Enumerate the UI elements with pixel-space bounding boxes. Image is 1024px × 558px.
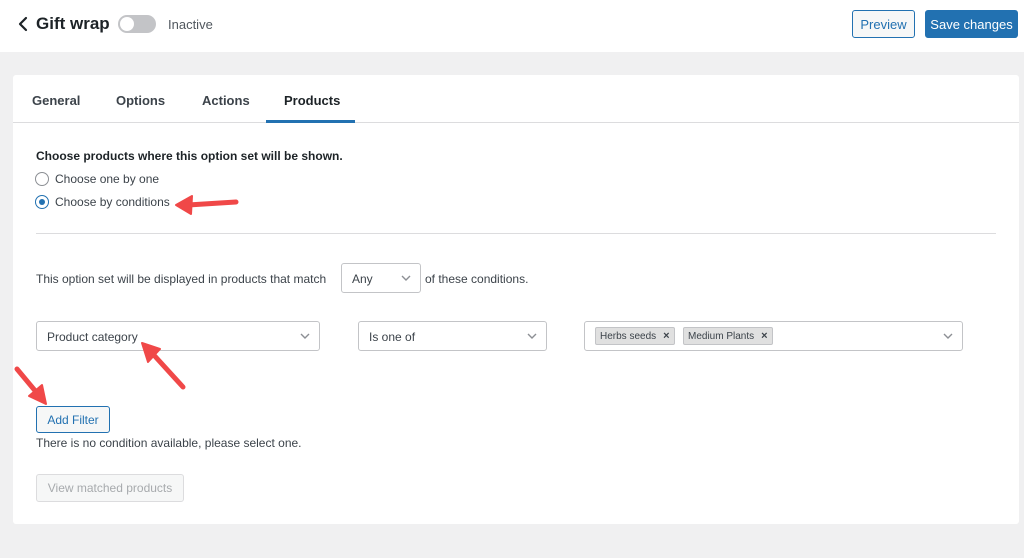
- preview-button[interactable]: Preview: [852, 10, 915, 38]
- condition-field-value: Product category: [47, 330, 138, 344]
- radio-label: Choose one by one: [55, 172, 160, 186]
- tab-options[interactable]: Options: [116, 93, 165, 108]
- match-mode-select[interactable]: Any: [341, 263, 421, 293]
- condition-values-multiselect[interactable]: Herbs seeds × Medium Plants ×: [584, 321, 963, 351]
- tab-bar: General Options Actions Products: [13, 75, 1019, 123]
- radio-button[interactable]: [35, 172, 49, 186]
- radio-label: Choose by conditions: [55, 195, 170, 209]
- chevron-down-icon: [943, 333, 953, 339]
- value-tag: Medium Plants ×: [683, 327, 773, 345]
- chevron-down-icon: [300, 333, 310, 339]
- condition-operator-value: Is one of: [369, 330, 416, 344]
- condition-operator-select[interactable]: Is one of: [358, 321, 547, 351]
- match-suffix-text: of these conditions.: [425, 272, 529, 286]
- section-heading: Choose products where this option set wi…: [36, 149, 343, 163]
- toggle-knob: [120, 17, 134, 31]
- status-label: Inactive: [168, 17, 213, 32]
- save-changes-button[interactable]: Save changes: [925, 10, 1018, 38]
- remove-tag-icon[interactable]: ×: [663, 330, 669, 342]
- chevron-down-icon: [527, 333, 537, 339]
- active-tab-indicator: [266, 120, 355, 123]
- tag-label: Medium Plants: [688, 330, 755, 342]
- condition-field-select[interactable]: Product category: [36, 321, 320, 351]
- match-prefix-text: This option set will be displayed in pro…: [36, 272, 327, 286]
- remove-tag-icon[interactable]: ×: [761, 330, 767, 342]
- match-mode-value: Any: [352, 272, 373, 286]
- tab-general[interactable]: General: [32, 93, 80, 108]
- no-condition-message: There is no condition available, please …: [36, 436, 302, 450]
- tab-actions[interactable]: Actions: [202, 93, 250, 108]
- settings-card: General Options Actions Products Choose …: [13, 75, 1019, 524]
- top-bar: Gift wrap Inactive Preview Save changes: [0, 0, 1024, 52]
- chevron-left-icon[interactable]: [16, 14, 30, 34]
- divider: [36, 233, 996, 234]
- value-tag: Herbs seeds ×: [595, 327, 675, 345]
- view-matched-products-button[interactable]: View matched products: [36, 474, 184, 502]
- radio-button-checked[interactable]: [35, 195, 49, 209]
- chevron-down-icon: [401, 275, 411, 281]
- tab-products[interactable]: Products: [284, 93, 340, 108]
- page-title: Gift wrap: [36, 14, 110, 33]
- status-toggle[interactable]: [118, 15, 156, 33]
- add-filter-button[interactable]: Add Filter: [36, 406, 110, 433]
- tag-label: Herbs seeds: [600, 330, 657, 342]
